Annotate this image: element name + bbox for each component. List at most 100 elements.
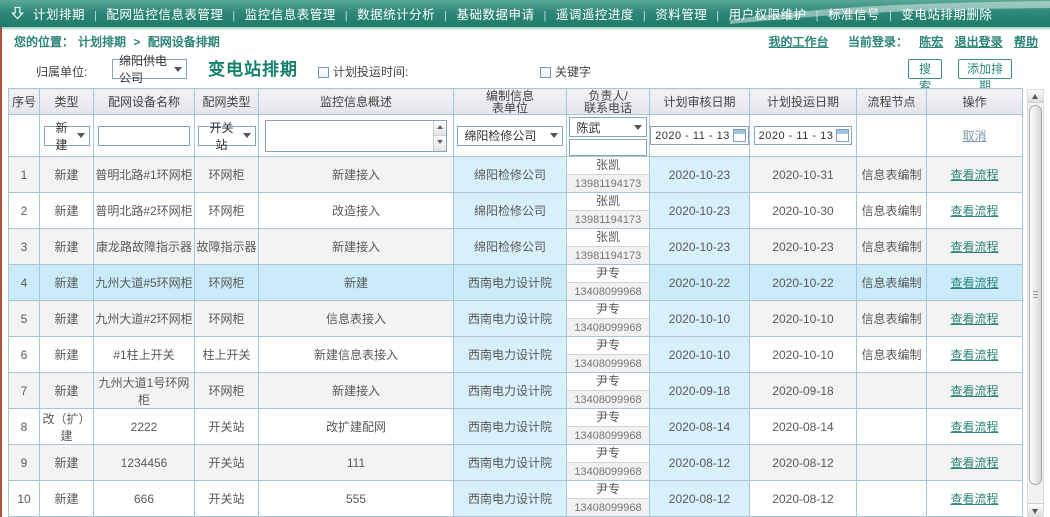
search-button[interactable]: 搜索 <box>908 59 942 79</box>
cell-type: 新建 <box>40 157 94 193</box>
view-flow-link[interactable]: 查看流程 <box>950 348 998 362</box>
calendar-icon[interactable] <box>836 129 849 142</box>
nav-substrip <box>0 27 1050 30</box>
owner-name: 尹专 <box>567 445 649 462</box>
cell-owner: 张凯13981194173 <box>567 157 650 193</box>
plan-time-checkbox[interactable] <box>318 67 329 78</box>
filter-row: 新建 开关站 <box>9 115 1023 157</box>
view-flow-link[interactable]: 查看流程 <box>950 168 998 182</box>
my-workbench-link[interactable]: 我的工作台 <box>769 35 829 49</box>
cell-run-date: 2020-10-31 <box>750 157 857 193</box>
cell-node: 信息表编制 <box>857 157 927 193</box>
cell-node <box>857 373 927 409</box>
owner-name: 尹专 <box>567 373 649 390</box>
cell-summary: 新建接入 <box>259 157 454 193</box>
cell-unit: 西南电力设计院 <box>454 373 567 409</box>
owner-name: 尹专 <box>567 481 649 498</box>
unit-filter-select[interactable]: 绵阳检修公司 <box>457 126 562 146</box>
cell-run-date: 2020-10-30 <box>750 193 857 229</box>
nav-item[interactable]: 资料管理 <box>634 4 707 23</box>
owner-phone: 13408099968 <box>567 282 649 300</box>
vertical-scrollbar[interactable] <box>1027 89 1044 517</box>
owner-phone-input[interactable] <box>569 139 646 156</box>
cell-owner: 尹专13408099968 <box>567 301 650 337</box>
nav-item[interactable]: 计划排期 <box>33 4 85 23</box>
top-navigation: 计划排期配网监控信息表管理监控信息表管理数据统计分析基础数据申请遥调遥控进度资料… <box>0 0 1050 27</box>
cell-run-date: 2020-08-14 <box>750 409 857 445</box>
view-flow-link[interactable]: 查看流程 <box>950 492 998 506</box>
cell-type: 改（扩）建 <box>40 409 94 445</box>
cell-unit: 西南电力设计院 <box>454 265 567 301</box>
cell-run-date: 2020-10-23 <box>750 229 857 265</box>
grid-type-filter-select[interactable]: 开关站 <box>198 126 256 146</box>
logout-link[interactable]: 退出登录 <box>955 35 1003 49</box>
nav-item[interactable]: 数据统计分析 <box>336 4 435 23</box>
owner-filter-select[interactable]: 陈武 <box>569 117 646 137</box>
cell-owner: 尹专13408099968 <box>567 445 650 481</box>
user-bar: 我的工作台 当前登录： 陈宏 退出登录 帮助 <box>761 33 1038 50</box>
view-flow-link[interactable]: 查看流程 <box>950 456 998 470</box>
add-schedule-button[interactable]: 添加排期 <box>958 59 1012 79</box>
nav-item[interactable]: 用户权限维护 <box>707 4 806 23</box>
view-flow-link[interactable]: 查看流程 <box>950 312 998 326</box>
cell-action: 查看流程 <box>927 301 1023 337</box>
cell-action: 查看流程 <box>927 445 1023 481</box>
view-flow-link[interactable]: 查看流程 <box>950 204 998 218</box>
breadcrumb-current: 配网设备排期 <box>148 35 220 49</box>
cell-type: 新建 <box>40 265 94 301</box>
plan-time-filter: 计划投运时间: <box>318 63 408 80</box>
view-flow-link[interactable]: 查看流程 <box>950 276 998 290</box>
cell-summary: 555 <box>259 481 454 517</box>
cell-unit: 绵阳检修公司 <box>454 157 567 193</box>
column-header: 计划投运日期 <box>750 89 857 115</box>
breadcrumb-section[interactable]: 计划排期 <box>78 35 126 49</box>
cell-node: 信息表编制 <box>857 301 927 337</box>
view-flow-link[interactable]: 查看流程 <box>950 384 998 398</box>
calendar-icon[interactable] <box>733 129 746 142</box>
cell-action: 查看流程 <box>927 193 1023 229</box>
nav-item[interactable]: 监控信息表管理 <box>223 4 335 23</box>
summary-textarea[interactable] <box>265 120 447 152</box>
review-date-picker[interactable]: 2020 - 11 - 13 <box>650 126 749 145</box>
nav-item[interactable]: 配网监控信息表管理 <box>85 4 223 23</box>
table-row: 8改（扩）建2222开关站改扩建配网西南电力设计院尹专1340809996820… <box>9 409 1023 445</box>
scrollbar-thumb[interactable] <box>1029 105 1042 485</box>
cancel-link[interactable]: 取消 <box>962 129 986 143</box>
nav-item[interactable]: 遥调遥控进度 <box>535 4 634 23</box>
column-header: 计划审核日期 <box>650 89 750 115</box>
cell-grid-type: 环网柜 <box>195 265 259 301</box>
keyword-checkbox[interactable] <box>540 67 551 78</box>
owner-name: 尹专 <box>567 265 649 282</box>
cell-action: 查看流程 <box>927 409 1023 445</box>
type-filter-select[interactable]: 新建 <box>44 126 90 146</box>
help-link[interactable]: 帮助 <box>1014 35 1038 49</box>
cell-owner: 尹专13408099968 <box>567 481 650 517</box>
view-flow-link[interactable]: 查看流程 <box>950 420 998 434</box>
spinner-down-icon[interactable] <box>434 136 446 151</box>
cell-run-date: 2020-08-12 <box>750 445 857 481</box>
chevron-down-icon <box>174 67 182 72</box>
cell-device: 九州大道#5环网柜 <box>94 265 195 301</box>
cell-summary: 新建接入 <box>259 229 454 265</box>
column-header: 配网设备名称 <box>94 89 195 115</box>
org-unit-select[interactable]: 绵阳供电公司 <box>112 59 187 79</box>
run-date-picker[interactable]: 2020 - 11 - 13 <box>754 126 853 145</box>
table-row: 6新建#1柱上开关柱上开关新建信息表接入西南电力设计院尹专13408099968… <box>9 337 1023 373</box>
device-name-input[interactable] <box>98 126 190 146</box>
scroll-down-icon[interactable] <box>1028 503 1043 516</box>
cell-device: 普明北路#2环网柜 <box>94 193 195 229</box>
nav-item[interactable]: 标准信号 <box>807 4 880 23</box>
download-arrow-icon <box>10 6 25 21</box>
owner-name: 尹专 <box>567 301 649 318</box>
left-accent-bar <box>0 27 2 517</box>
cell-owner: 张凯13981194173 <box>567 193 650 229</box>
username-link[interactable]: 陈宏 <box>919 35 943 49</box>
scroll-up-icon[interactable] <box>1028 90 1043 103</box>
nav-item[interactable]: 基础数据申请 <box>435 4 534 23</box>
cell-action: 查看流程 <box>927 157 1023 193</box>
table-row: 2新建普明北路#2环网柜环网柜改造接入绵阳检修公司张凯1398119417320… <box>9 193 1023 229</box>
view-flow-link[interactable]: 查看流程 <box>950 240 998 254</box>
cell-grid-type: 故障指示器 <box>195 229 259 265</box>
spinner-up-icon[interactable] <box>434 121 446 137</box>
nav-item[interactable]: 变电站排期删除 <box>880 4 992 23</box>
